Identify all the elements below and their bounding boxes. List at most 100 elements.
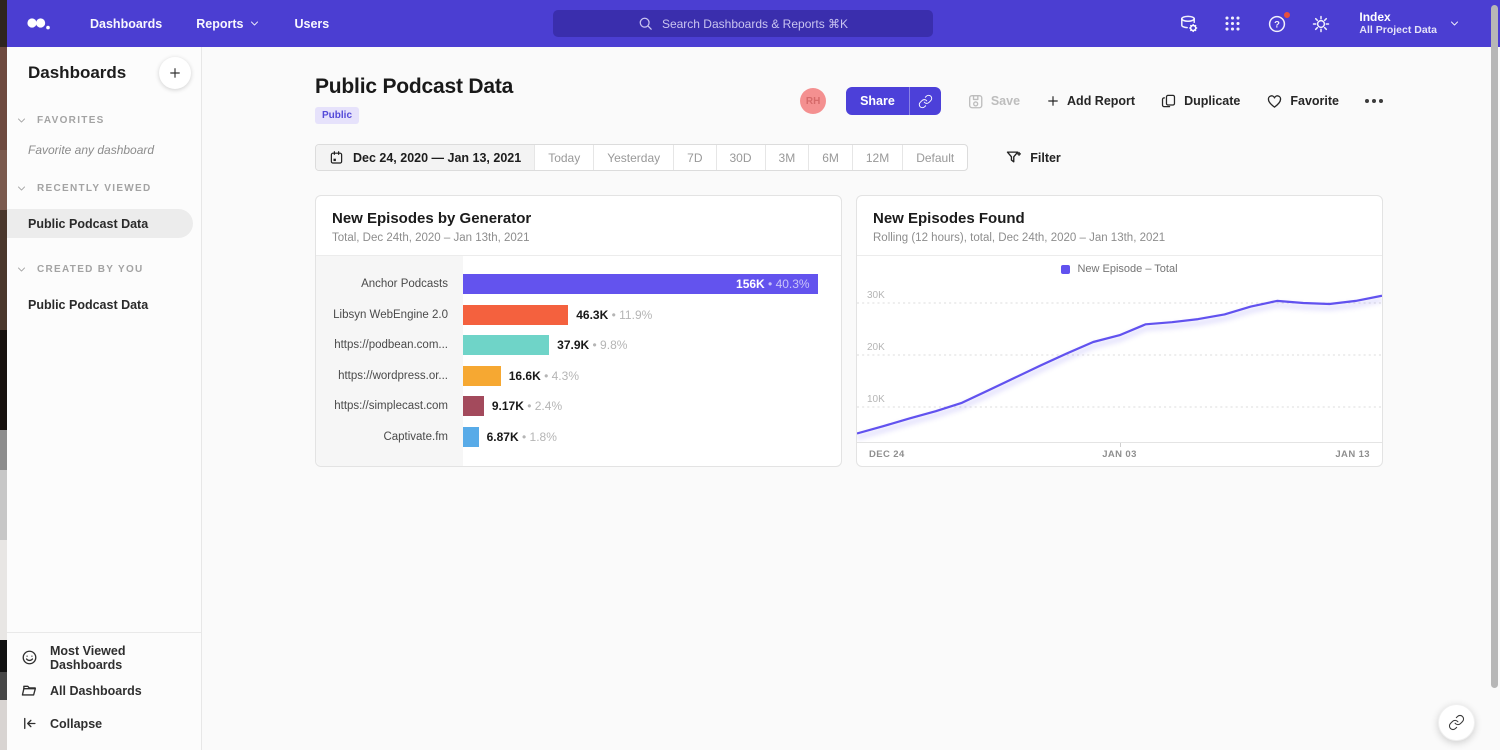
bar-https-simplecast-com[interactable] [463, 396, 484, 416]
bar-row: Anchor Podcasts156K • 40.3% [316, 269, 841, 300]
sidebar-section-header-recently-viewed[interactable]: RECENTLY VIEWED [7, 183, 201, 194]
line-chart-subtitle: Rolling (12 hours), total, Dec 24th, 202… [873, 232, 1366, 244]
help-icon[interactable]: ? [1267, 14, 1287, 34]
more-options-button[interactable] [1365, 95, 1383, 107]
filter-icon [1005, 149, 1022, 166]
link-icon [918, 94, 933, 109]
nav-item-users[interactable]: Users [294, 17, 329, 31]
x-axis-tick: DEC 24 [869, 449, 905, 460]
bar-libsyn-webengine-2-0[interactable] [463, 305, 568, 325]
app-window: Dashboards Reports Users Search Dashboards… [0, 0, 1500, 750]
plus-icon [168, 66, 182, 80]
share-link-segment[interactable] [909, 87, 941, 115]
bar-value-label: 9.17K • 2.4% [492, 399, 562, 413]
bar-value-label: 37.9K • 9.8% [557, 338, 627, 352]
plus-icon [1046, 94, 1060, 108]
collapse-icon [21, 715, 38, 732]
line-chart-card: New Episodes Found Rolling (12 hours), t… [856, 195, 1383, 467]
svg-text:?: ? [1274, 19, 1280, 30]
chevron-down-icon [16, 264, 27, 275]
sidebar-footer-collapse[interactable]: Collapse [7, 707, 201, 740]
preset-default[interactable]: Default [902, 145, 967, 170]
bar-anchor-podcasts[interactable]: 156K • 40.3% [463, 274, 818, 294]
preset-30d[interactable]: 30D [716, 145, 765, 170]
x-axis-tick: JAN 13 [1335, 449, 1370, 460]
preset-6m[interactable]: 6M [808, 145, 852, 170]
x-axis-tick: JAN 03 [1102, 449, 1137, 460]
line-plot-area[interactable]: 10K 20K 30K [857, 282, 1382, 442]
bar-row: Libsyn WebEngine 2.046.3K • 11.9% [316, 300, 841, 331]
apps-grid-icon[interactable] [1223, 14, 1243, 34]
add-report-button[interactable]: Add Report [1046, 94, 1135, 108]
dashboard-header: Public Podcast Data Public RH Share Save… [315, 75, 1383, 124]
chevron-down-icon [16, 183, 27, 194]
bar-row: Captivate.fm6.87K • 1.8% [316, 422, 841, 453]
x-axis-tick-mark [1120, 443, 1121, 447]
bar-captivate-fm[interactable] [463, 427, 479, 447]
sidebar-header: Dashboards [7, 47, 201, 89]
sidebar-item-public-podcast-data[interactable]: Public Podcast Data [7, 290, 193, 319]
chevron-down-icon [1449, 18, 1460, 29]
page-scrollbar[interactable] [1491, 5, 1498, 688]
y-axis-tick: 20K [867, 342, 885, 353]
preset-today[interactable]: Today [534, 145, 593, 170]
sidebar-footer-most-viewed-dashboards[interactable]: Most Viewed Dashboards [7, 641, 201, 674]
favorite-button[interactable]: Favorite [1266, 93, 1339, 110]
main-content: Public Podcast Data Public RH Share Save… [202, 47, 1500, 750]
chart-legend: New Episode – Total [857, 256, 1382, 282]
legend-label: New Episode – Total [1077, 263, 1177, 275]
date-range-button[interactable]: Dec 24, 2020 — Jan 13, 2021 [316, 145, 534, 170]
y-axis-tick: 10K [867, 394, 885, 405]
date-controls-row: Dec 24, 2020 — Jan 13, 2021 TodayYesterd… [315, 144, 1383, 171]
bar-value-label: 16.6K • 4.3% [509, 369, 579, 383]
chart-cards-row: New Episodes by Generator Total, Dec 24t… [315, 195, 1383, 467]
sidebar-footer-all-dashboards[interactable]: All Dashboards [7, 674, 201, 707]
nav-item-reports[interactable]: Reports [196, 17, 260, 31]
search-input[interactable]: Search Dashboards & Reports ⌘K [553, 10, 933, 37]
folder-icon [21, 682, 38, 699]
date-presets: TodayYesterday7D30D3M6M12MDefault [534, 145, 967, 170]
notification-badge [1283, 11, 1291, 19]
nav-item-label: Users [294, 17, 329, 31]
bar-chart-subtitle: Total, Dec 24th, 2020 – Jan 13th, 2021 [332, 232, 825, 244]
chevron-down-icon [16, 115, 27, 126]
sidebar-empty-hint: Favorite any dashboard [7, 143, 201, 157]
preset-3m[interactable]: 3M [765, 145, 809, 170]
line-series[interactable] [857, 296, 1382, 434]
bar-https-wordpress-or[interactable] [463, 366, 501, 386]
line-chart-title: New Episodes Found [873, 210, 1366, 227]
app-logo-icon[interactable] [25, 15, 52, 33]
data-settings-icon[interactable] [1179, 14, 1199, 34]
filter-button[interactable]: Filter [1005, 149, 1061, 166]
save-button[interactable]: Save [967, 93, 1020, 110]
sidebar-section-header-favorites[interactable]: FAVORITES [7, 115, 201, 126]
duplicate-button[interactable]: Duplicate [1161, 93, 1240, 109]
nav-item-label: Reports [196, 17, 243, 31]
sidebar-item-public-podcast-data[interactable]: Public Podcast Data [7, 209, 193, 238]
save-icon [967, 93, 984, 110]
share-link-fab[interactable] [1438, 704, 1475, 741]
sidebar-footer: Most Viewed DashboardsAll DashboardsColl… [7, 632, 201, 750]
add-dashboard-button[interactable] [159, 57, 191, 89]
bar-chart-title: New Episodes by Generator [332, 210, 825, 227]
line-chart-svg [857, 282, 1382, 442]
visibility-badge: Public [315, 107, 359, 124]
bar-category-label: https://podbean.com... [316, 339, 463, 351]
line-chart-plot[interactable]: New Episode – Total 10K 20K 30K DEC 24 JAN … [857, 256, 1382, 466]
nav-right-cluster: ? Index All Project Data [1179, 0, 1460, 47]
preset-12m[interactable]: 12M [852, 145, 902, 170]
sidebar-section-header-created-by-you[interactable]: CREATED BY YOU [7, 264, 201, 275]
bar-https-podbean-com[interactable] [463, 335, 549, 355]
y-axis-tick: 30K [867, 290, 885, 301]
project-switcher[interactable]: Index All Project Data [1359, 10, 1460, 37]
smiley-icon [21, 649, 38, 666]
avatar[interactable]: RH [800, 88, 826, 114]
bar-value-label: 156K • 40.3% [736, 274, 810, 294]
nav-item-dashboards[interactable]: Dashboards [90, 17, 162, 31]
bar-chart-plot[interactable]: Anchor Podcasts156K • 40.3%Libsyn WebEng… [316, 256, 841, 466]
preset-yesterday[interactable]: Yesterday [593, 145, 673, 170]
share-button[interactable]: Share [846, 87, 941, 115]
settings-gear-icon[interactable] [1311, 14, 1331, 34]
link-icon [1448, 714, 1465, 731]
preset-7d[interactable]: 7D [673, 145, 715, 170]
